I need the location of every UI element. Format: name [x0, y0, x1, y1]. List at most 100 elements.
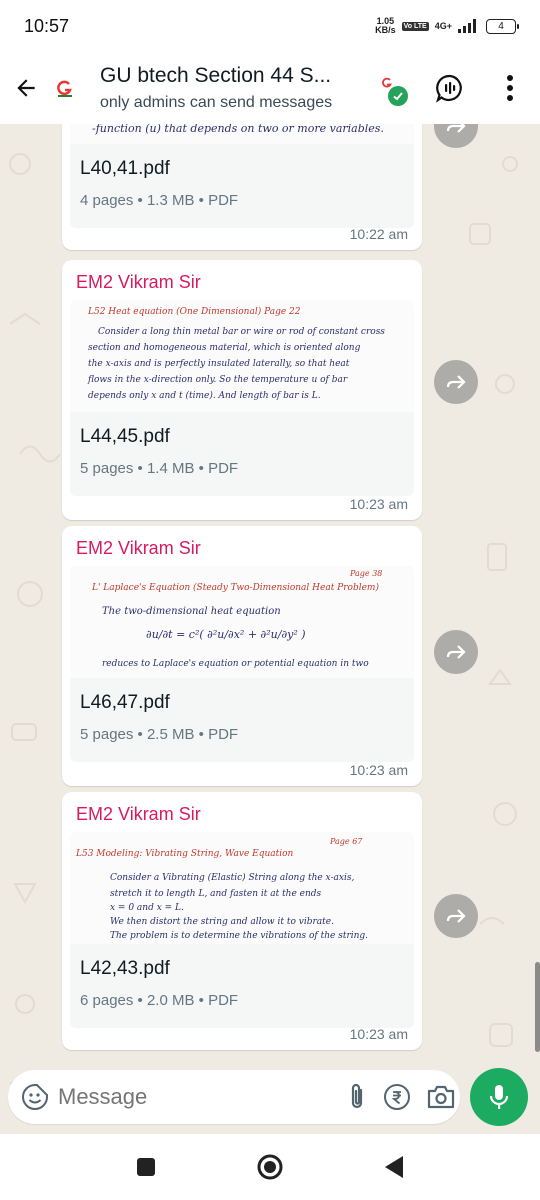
volte-badge: Vo LTE [401, 21, 429, 31]
svg-text:Page 38: Page 38 [349, 569, 382, 578]
svg-text:∂u/∂t = c²( ∂²u/∂x² + ∂²u/∂y²: ∂u/∂t = c²( ∂²u/∂x² + ∂²u/∂y² ) [146, 628, 306, 641]
more-vert-icon [507, 75, 513, 101]
document-card[interactable]: L44,45.pdf 5 pages • 1.4 MB • PDF [70, 412, 414, 496]
document-card[interactable]: L42,43.pdf 6 pages • 2.0 MB • PDF [70, 944, 414, 1028]
message-bubble[interactable]: EM2 Vikram Sir L52 Heat equation (One Di… [62, 260, 422, 520]
status-bar: 10:57 1.05 KB/s Vo LTE 4G+ 4 [0, 0, 540, 52]
chat-header: GU btech Section 44 S... only admins can… [0, 52, 540, 124]
chat-title: GU btech Section 44 S... [100, 64, 332, 87]
forward-button[interactable] [434, 360, 478, 404]
svg-text:-function (u) that depends on: -function (u) that depends on two or mor… [92, 124, 384, 135]
svg-text:The problem is to determine th: The problem is to determine the vibratio… [110, 931, 368, 941]
message-bubble[interactable]: -function (u) that depends on two or mor… [62, 124, 422, 250]
document-name: L40,41.pdf [80, 158, 170, 179]
network-speed: 1.05 KB/s [375, 16, 396, 35]
battery-icon: 4 [486, 18, 519, 34]
svg-text:stretch it to length L, and fa: stretch it to length L, and fasten it at… [110, 889, 322, 899]
handwritten-preview: Page 67 L53 Modeling: Vibrating String, … [75, 837, 368, 941]
signal-icon [458, 19, 476, 33]
sender-name: EM2 Vikram Sir [76, 272, 201, 292]
payment-button[interactable] [382, 1080, 412, 1114]
forward-button[interactable] [434, 894, 478, 938]
svg-text:depends only x and t (time). A: depends only x and t (time). And length … [88, 390, 321, 401]
message-bubble[interactable]: EM2 Vikram Sir Page 38 L' Laplace's Equa… [62, 526, 422, 786]
forward-icon [446, 645, 466, 659]
mic-icon [489, 1085, 509, 1109]
svg-text:section and homogeneous materi: section and homogeneous material, which … [88, 343, 361, 353]
camera-button[interactable] [426, 1080, 456, 1114]
document-meta: 6 pages • 2.0 MB • PDF [80, 992, 239, 1009]
document-card[interactable]: L40,41.pdf 4 pages • 1.3 MB • PDF [70, 144, 414, 228]
back-nav-button[interactable] [378, 1151, 410, 1183]
chat-area[interactable]: -function (u) that depends on two or mor… [0, 124, 540, 1134]
verified-badge [378, 76, 412, 110]
message-input[interactable] [58, 1084, 346, 1110]
message-time: 10:23 am [349, 496, 408, 512]
more-options-button[interactable] [490, 68, 530, 108]
message-time: 10:23 am [349, 762, 408, 778]
svg-text:x = 0 and x = L.: x = 0 and x = L. [110, 903, 184, 913]
svg-text:the x-axis and is perfectly in: the x-axis and is perfectly insulated la… [88, 359, 350, 369]
group-avatar[interactable] [50, 73, 80, 103]
forward-icon [446, 124, 466, 133]
sender-name: EM2 Vikram Sir [76, 538, 201, 558]
svg-text:The two-dimensional heat equat: The two-dimensional heat equation [102, 606, 281, 617]
document-meta: 4 pages • 1.3 MB • PDF [80, 192, 239, 209]
forward-icon [446, 375, 466, 389]
camera-icon [427, 1085, 455, 1109]
handwritten-preview: -function (u) that depends on two or mor… [92, 124, 384, 135]
sender-name: EM2 Vikram Sir [76, 804, 201, 824]
rupee-icon [384, 1084, 410, 1110]
svg-text:Consider a long thin metal bar: Consider a long thin metal bar or wire o… [98, 327, 385, 337]
battery-level: 4 [498, 20, 504, 32]
svg-text:Consider a Vibrating (Elastic): Consider a Vibrating (Elastic) String al… [110, 872, 354, 883]
svg-text:reduces to Laplace's equation: reduces to Laplace's equation or potenti… [102, 659, 369, 669]
document-card[interactable]: L46,47.pdf 5 pages • 2.5 MB • PDF [70, 678, 414, 762]
emoji-button[interactable] [20, 1079, 50, 1115]
document-name: L42,43.pdf [80, 958, 170, 979]
svg-text:Page 67: Page 67 [329, 837, 363, 846]
group-logo-icon [57, 80, 72, 97]
scrollbar-thumb[interactable] [535, 962, 540, 1052]
message-time: 10:22 am [349, 226, 408, 242]
document-preview[interactable]: L52 Heat equation (One Dimensional) Page… [70, 300, 414, 412]
forward-icon [446, 909, 466, 923]
attach-button[interactable] [346, 1080, 368, 1114]
recents-button[interactable] [130, 1151, 162, 1183]
system-nav-bar [0, 1134, 540, 1200]
message-bubble[interactable]: EM2 Vikram Sir Page 67 L53 Modeling: Vib… [62, 792, 422, 1050]
square-icon [137, 1158, 155, 1176]
header-text[interactable]: GU btech Section 44 S... only admins can… [100, 64, 540, 112]
message-input-bar[interactable] [8, 1070, 460, 1124]
back-arrow-icon [17, 79, 35, 97]
verified-check-icon [388, 86, 408, 106]
handwritten-preview: L52 Heat equation (One Dimensional) Page… [87, 306, 385, 401]
document-name: L44,45.pdf [80, 426, 170, 447]
document-preview[interactable]: -function (u) that depends on two or mor… [70, 124, 414, 144]
handwritten-preview: Page 38 L' Laplace's Equation (Steady Tw… [91, 569, 382, 669]
triangle-back-icon [385, 1156, 403, 1178]
circle-icon [257, 1154, 283, 1180]
mic-button[interactable] [470, 1068, 528, 1126]
back-button[interactable] [4, 66, 48, 110]
svg-text:We then distort the string and: We then distort the string and allow it … [110, 917, 334, 927]
message-time: 10:23 am [349, 1026, 408, 1042]
document-preview[interactable]: Page 38 L' Laplace's Equation (Steady Tw… [70, 566, 414, 678]
svg-text:L' Laplace's Equation (Stead: L' Laplace's Equation (Steady Two-Dimens… [91, 582, 379, 593]
status-icons: 1.05 KB/s Vo LTE 4G+ 4 [375, 16, 519, 35]
forward-button[interactable] [434, 630, 478, 674]
emoji-icon [22, 1084, 48, 1110]
voice-chat-button[interactable] [430, 68, 470, 108]
chat-subtitle: only admins can send messages [100, 94, 333, 111]
document-preview[interactable]: Page 67 L53 Modeling: Vibrating String, … [70, 832, 414, 944]
network-type: 4G+ [434, 20, 452, 31]
voice-chat-icon [436, 74, 462, 103]
status-time: 10:57 [24, 15, 70, 36]
svg-text:L53 Modeling: Vibrating Strin: L53 Modeling: Vibrating String, Wave Equ… [75, 849, 294, 859]
attach-icon [351, 1083, 363, 1109]
svg-text:flows in the x-direction only.: flows in the x-direction only. So the te… [87, 375, 348, 385]
document-name: L46,47.pdf [80, 692, 170, 713]
svg-text:L52 Heat equation (One Dimens: L52 Heat equation (One Dimensional) Page… [87, 306, 301, 317]
document-meta: 5 pages • 2.5 MB • PDF [80, 726, 239, 743]
home-button[interactable] [254, 1151, 286, 1183]
